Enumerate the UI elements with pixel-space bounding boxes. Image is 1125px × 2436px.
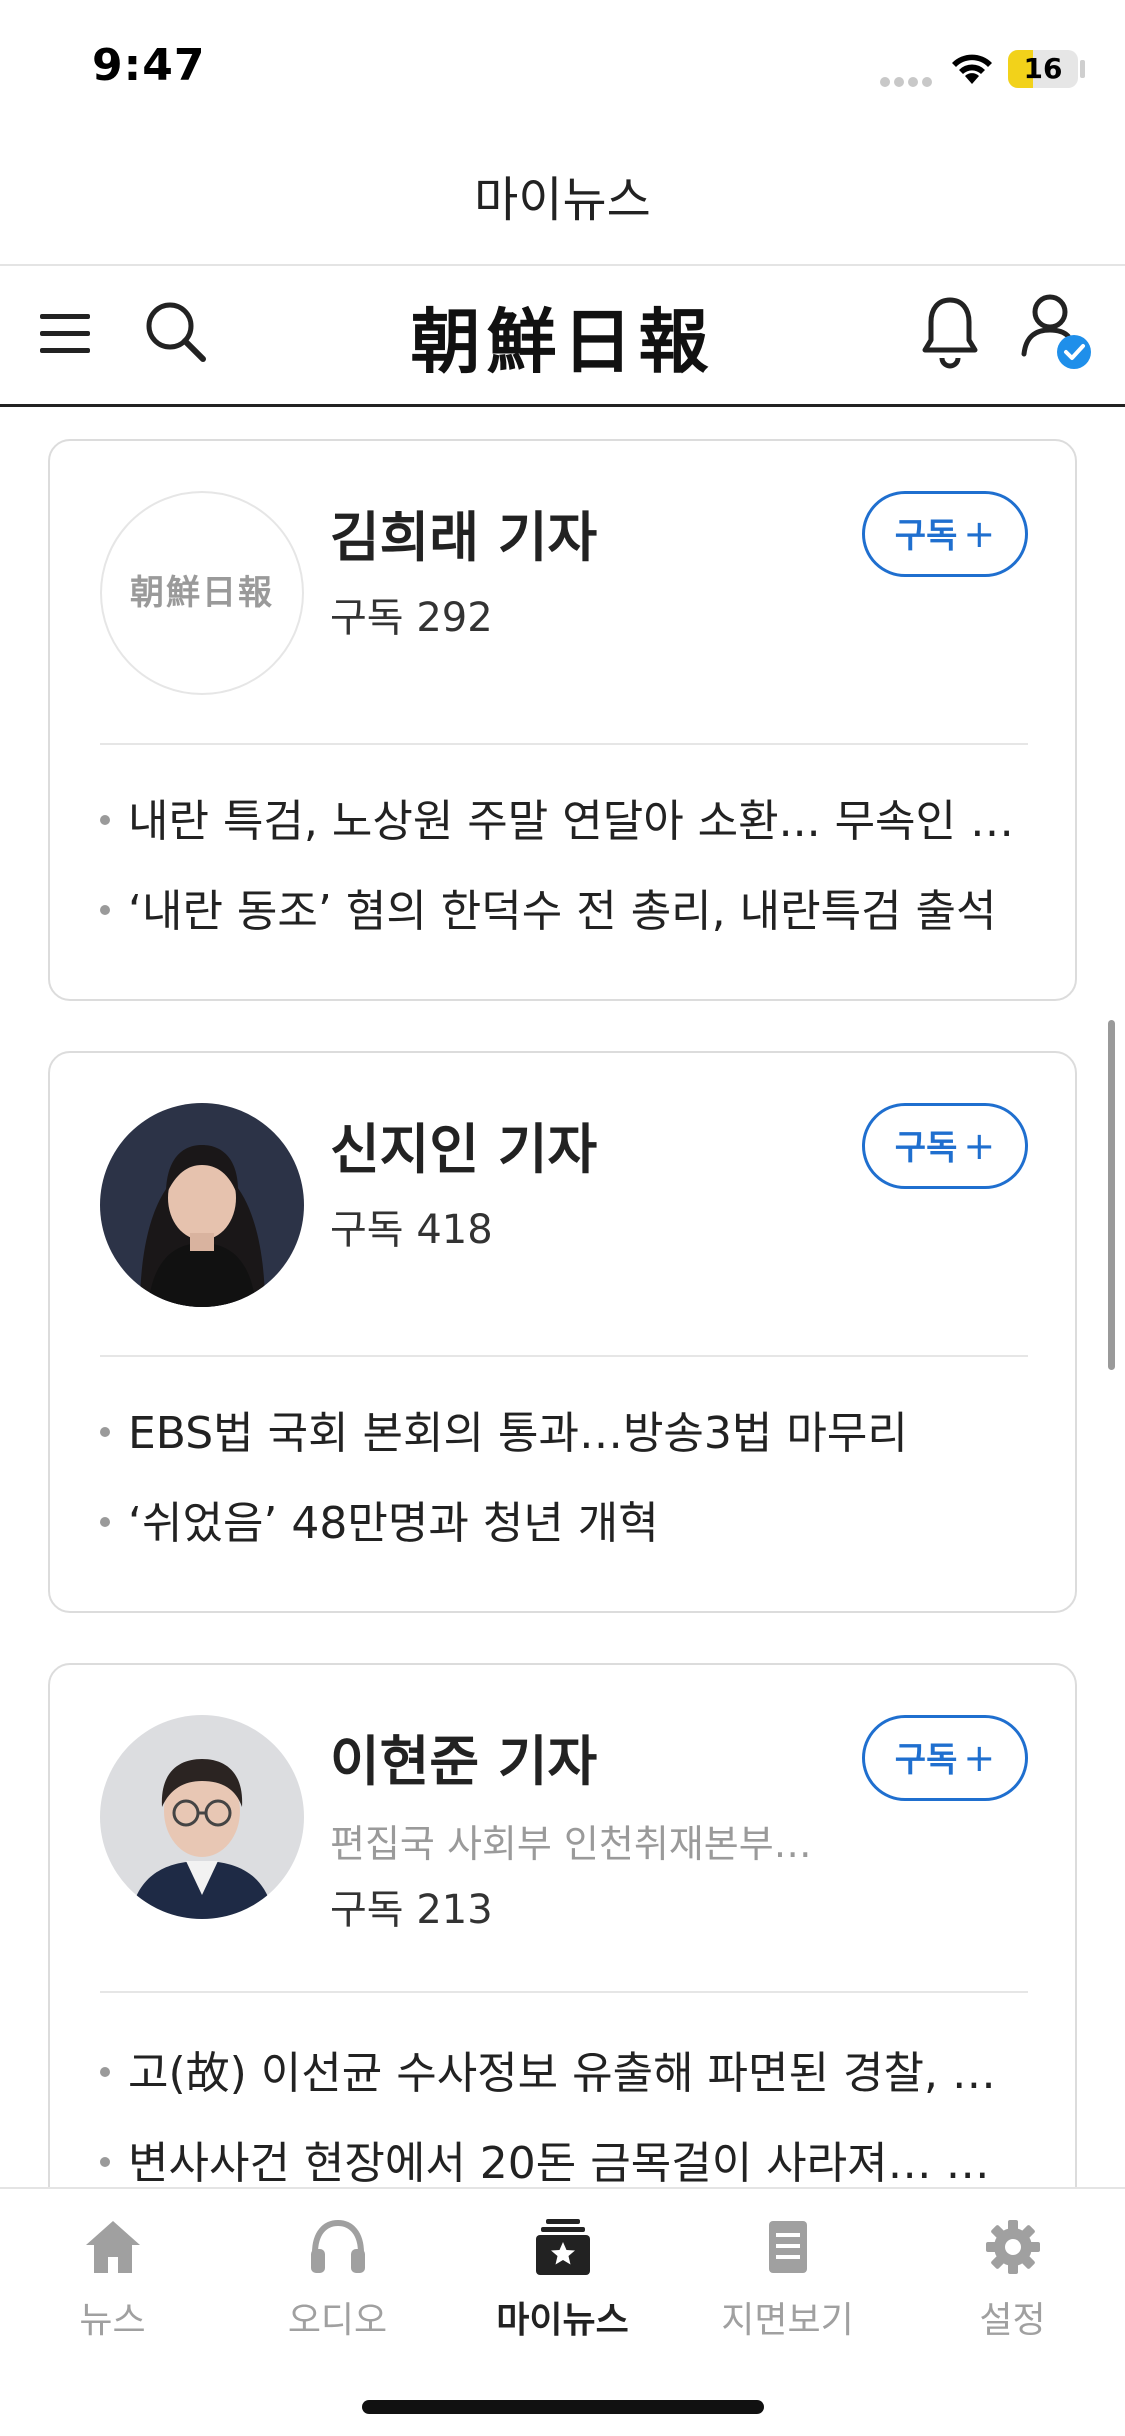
article-link[interactable]: EBS법 국회 본회의 통과…방송3법 마무리 <box>100 1397 1040 1461</box>
reporter-card[interactable]: 신지인 기자 구독 418 구독 + EBS법 국회 본회의 통과…방송3법 마무… <box>48 1051 1077 1613</box>
article-link[interactable]: ‘쉬었음’ 48만명과 청년 개혁 <box>100 1487 1040 1551</box>
reporter-photo <box>100 1715 304 1919</box>
reporter-card[interactable]: 朝鮮日報 김희래 기자 구독 292 구독 + 내란 특검, 노상원 주말 연달아… <box>48 439 1077 1001</box>
home-icon <box>85 2221 140 2273</box>
article-title: EBS법 국회 본회의 통과…방송3법 마무리 <box>128 1408 908 1459</box>
reporter-avatar <box>100 1103 304 1307</box>
article-link[interactable]: 내란 특검, 노상원 주말 연달아 소환... 무속인 … <box>100 785 1040 849</box>
home-indicator <box>362 2400 764 2414</box>
reporter-avatar <box>100 1715 304 1919</box>
reporter-name[interactable]: 신지인 기자 <box>330 1105 597 1184</box>
document-icon <box>768 2221 807 2273</box>
headphones-icon <box>310 2219 365 2273</box>
tab-news[interactable]: 뉴스 <box>0 2217 225 2367</box>
bottom-tab-bar: 뉴스 오디오 마이뉴스 지면보기 설정 <box>0 2187 1125 2436</box>
tab-label: 마이뉴스 <box>496 2300 629 2341</box>
subscribe-label: 구독 <box>894 1128 958 1168</box>
bullet-icon <box>100 1427 110 1437</box>
bullet-icon <box>100 905 110 915</box>
article-link[interactable]: 고(故) 이선균 수사정보 유출해 파면된 경찰, … <box>100 2037 1040 2101</box>
plus-icon: + <box>963 1736 996 1780</box>
user-account-icon[interactable] <box>1018 290 1094 376</box>
bullet-icon <box>100 2157 110 2167</box>
reporter-avatar: 朝鮮日報 <box>100 491 304 695</box>
battery-level: 16 <box>1023 52 1063 85</box>
app-header: 朝鮮日報 <box>0 266 1125 406</box>
bullet-icon <box>100 1517 110 1527</box>
subscriber-count: 구독 418 <box>330 1207 493 1253</box>
status-time: 9:47 <box>92 40 206 91</box>
article-title: ‘쉬었음’ 48만명과 청년 개혁 <box>128 1498 659 1549</box>
reporter-name[interactable]: 이현준 기자 <box>330 1717 597 1796</box>
subscribe-button[interactable]: 구독 + <box>862 491 1028 577</box>
tab-settings[interactable]: 설정 <box>900 2217 1125 2367</box>
tab-audio[interactable]: 오디오 <box>225 2217 450 2367</box>
battery-cap <box>1080 60 1085 78</box>
status-bar: 9:47 16 <box>0 0 1125 140</box>
tab-mynews[interactable]: 마이뉴스 <box>450 2217 675 2367</box>
page-title: 마이뉴스 <box>474 172 651 228</box>
article-title: 변사사건 현장에서 20돈 금목걸이 사라져… … <box>128 2138 990 2187</box>
card-divider <box>100 1991 1028 1993</box>
subscribe-button[interactable]: 구독 + <box>862 1715 1028 1801</box>
bell-icon[interactable] <box>920 294 980 370</box>
star-box-icon <box>535 2219 590 2275</box>
gear-icon <box>985 2220 1040 2274</box>
cellular-signal-icon <box>880 72 936 87</box>
tab-label: 설정 <box>979 2300 1046 2341</box>
tab-label: 지면보기 <box>721 2300 854 2341</box>
reporter-card[interactable]: 이현준 기자 편집국 사회부 인천취재본부… 구독 213 구독 + 고(故) 이… <box>48 1663 1077 2187</box>
subscribe-label: 구독 <box>894 516 958 556</box>
plus-icon: + <box>963 512 996 556</box>
article-title: 고(故) 이선균 수사정보 유출해 파면된 경찰, … <box>128 2048 996 2099</box>
tab-print-edition[interactable]: 지면보기 <box>675 2217 900 2367</box>
reporter-photo <box>100 1103 304 1307</box>
subscribe-button[interactable]: 구독 + <box>862 1103 1028 1189</box>
article-link[interactable]: ‘내란 동조’ 혐의 한덕수 전 총리, 내란특검 출석 <box>100 875 1040 939</box>
article-title: ‘내란 동조’ 혐의 한덕수 전 총리, 내란특검 출석 <box>128 886 997 937</box>
subscriber-count: 구독 213 <box>330 1887 493 1933</box>
reporter-list[interactable]: 朝鮮日報 김희래 기자 구독 292 구독 + 내란 특검, 노상원 주말 연달아… <box>0 407 1125 2187</box>
article-link[interactable]: 변사사건 현장에서 20돈 금목걸이 사라져… … <box>100 2127 1040 2187</box>
card-divider <box>100 1355 1028 1357</box>
bullet-icon <box>100 2067 110 2077</box>
battery-icon: 16 <box>1008 50 1078 88</box>
reporter-department: 편집국 사회부 인천취재본부… <box>330 1822 812 1866</box>
wifi-icon <box>952 54 992 84</box>
reporter-name[interactable]: 김희래 기자 <box>330 493 597 572</box>
scroll-indicator[interactable] <box>1108 1020 1115 1370</box>
card-divider <box>100 743 1028 745</box>
tab-label: 뉴스 <box>79 2300 146 2341</box>
plus-icon: + <box>963 1124 996 1168</box>
article-title: 내란 특검, 노상원 주말 연달아 소환... 무속인 … <box>128 796 1015 847</box>
bullet-icon <box>100 815 110 825</box>
subscriber-count: 구독 292 <box>330 595 493 641</box>
tab-label: 오디오 <box>287 2300 388 2341</box>
subscribe-label: 구독 <box>894 1740 958 1780</box>
